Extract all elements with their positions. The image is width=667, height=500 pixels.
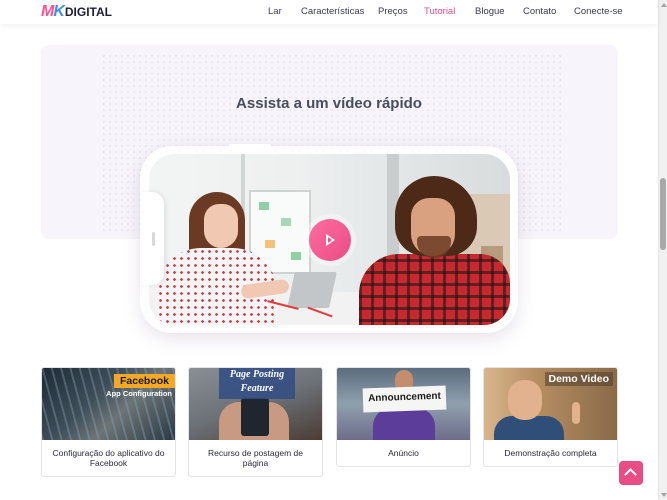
nav-links: Lar Características Preços Tutorial Blog… bbox=[0, 6, 658, 20]
navbar: MK DIGITAL Lar Características Preços Tu… bbox=[0, 0, 658, 24]
card-caption: Recurso de postagem de página bbox=[208, 448, 303, 468]
nav-item-conecte-se[interactable]: Conecte-se bbox=[574, 6, 623, 17]
card-announcement[interactable]: Announcement Anúncio bbox=[336, 367, 471, 467]
back-to-top-button[interactable] bbox=[619, 461, 643, 485]
nav-item-blogue[interactable]: Blogue bbox=[475, 6, 505, 17]
sticky-note bbox=[259, 202, 269, 210]
scroll-down-arrow-icon[interactable] bbox=[661, 493, 667, 497]
card-demo-video[interactable]: Demo Video Demonstração completa bbox=[483, 367, 618, 467]
photo-woman-face bbox=[204, 204, 238, 248]
card-image: Demo Video bbox=[484, 368, 617, 440]
phone-side-frame bbox=[140, 192, 164, 285]
card-image-tag: Facebook bbox=[113, 374, 175, 388]
scroll-up-arrow-icon[interactable] bbox=[661, 3, 667, 7]
card-facebook-app-config[interactable]: Facebook App Configuration Configuração … bbox=[41, 367, 176, 477]
pointing-finger-photo bbox=[572, 402, 580, 424]
photo-window-frame bbox=[241, 154, 245, 214]
nav-item-contato[interactable]: Contato bbox=[523, 6, 556, 17]
sticky-note bbox=[281, 218, 291, 226]
page-scrollbar[interactable] bbox=[658, 0, 667, 500]
phone-photo bbox=[241, 398, 269, 436]
tutorial-cards: Facebook App Configuration Configuração … bbox=[41, 367, 618, 477]
card-image-tag: Page Posting bbox=[229, 369, 285, 380]
card-page-posting[interactable]: Page Posting Feature Recurso de postagem… bbox=[188, 367, 323, 477]
man-face-photo bbox=[508, 380, 542, 420]
nav-item-precos[interactable]: Preços bbox=[378, 6, 408, 17]
play-icon bbox=[326, 234, 335, 246]
phone-notch bbox=[229, 144, 271, 148]
card-image: Facebook App Configuration bbox=[42, 368, 175, 440]
person-shirt bbox=[373, 408, 435, 440]
scrollbar-thumb[interactable] bbox=[660, 178, 666, 250]
card-image-tag: Demo Video bbox=[544, 372, 613, 386]
card-caption: Demonstração completa bbox=[504, 448, 597, 458]
nav-item-lar[interactable]: Lar bbox=[268, 6, 282, 17]
nav-item-tutorial[interactable]: Tutorial bbox=[424, 6, 455, 17]
play-button[interactable] bbox=[309, 219, 351, 261]
photo-man-shirt bbox=[359, 254, 510, 325]
sticky-note bbox=[291, 252, 301, 260]
card-image: Announcement bbox=[337, 368, 470, 440]
photo-laptop bbox=[287, 272, 337, 308]
nav-item-caracteristicas[interactable]: Características bbox=[301, 6, 364, 17]
card-caption: Configuração do aplicativo do Facebook bbox=[52, 448, 165, 468]
sticky-note bbox=[265, 240, 275, 248]
card-image: Page Posting Feature bbox=[189, 368, 322, 440]
video-thumbnail[interactable] bbox=[149, 154, 510, 325]
card-caption: Anúncio bbox=[388, 448, 419, 458]
video-section-title: Assista a um vídeo rápido bbox=[236, 95, 422, 112]
card-image-subtag: Feature bbox=[240, 383, 274, 394]
card-image-subtag: App Configuration bbox=[106, 389, 172, 398]
phone-button bbox=[152, 232, 155, 246]
chevron-up-icon bbox=[624, 468, 637, 481]
phone-mockup bbox=[140, 144, 518, 333]
